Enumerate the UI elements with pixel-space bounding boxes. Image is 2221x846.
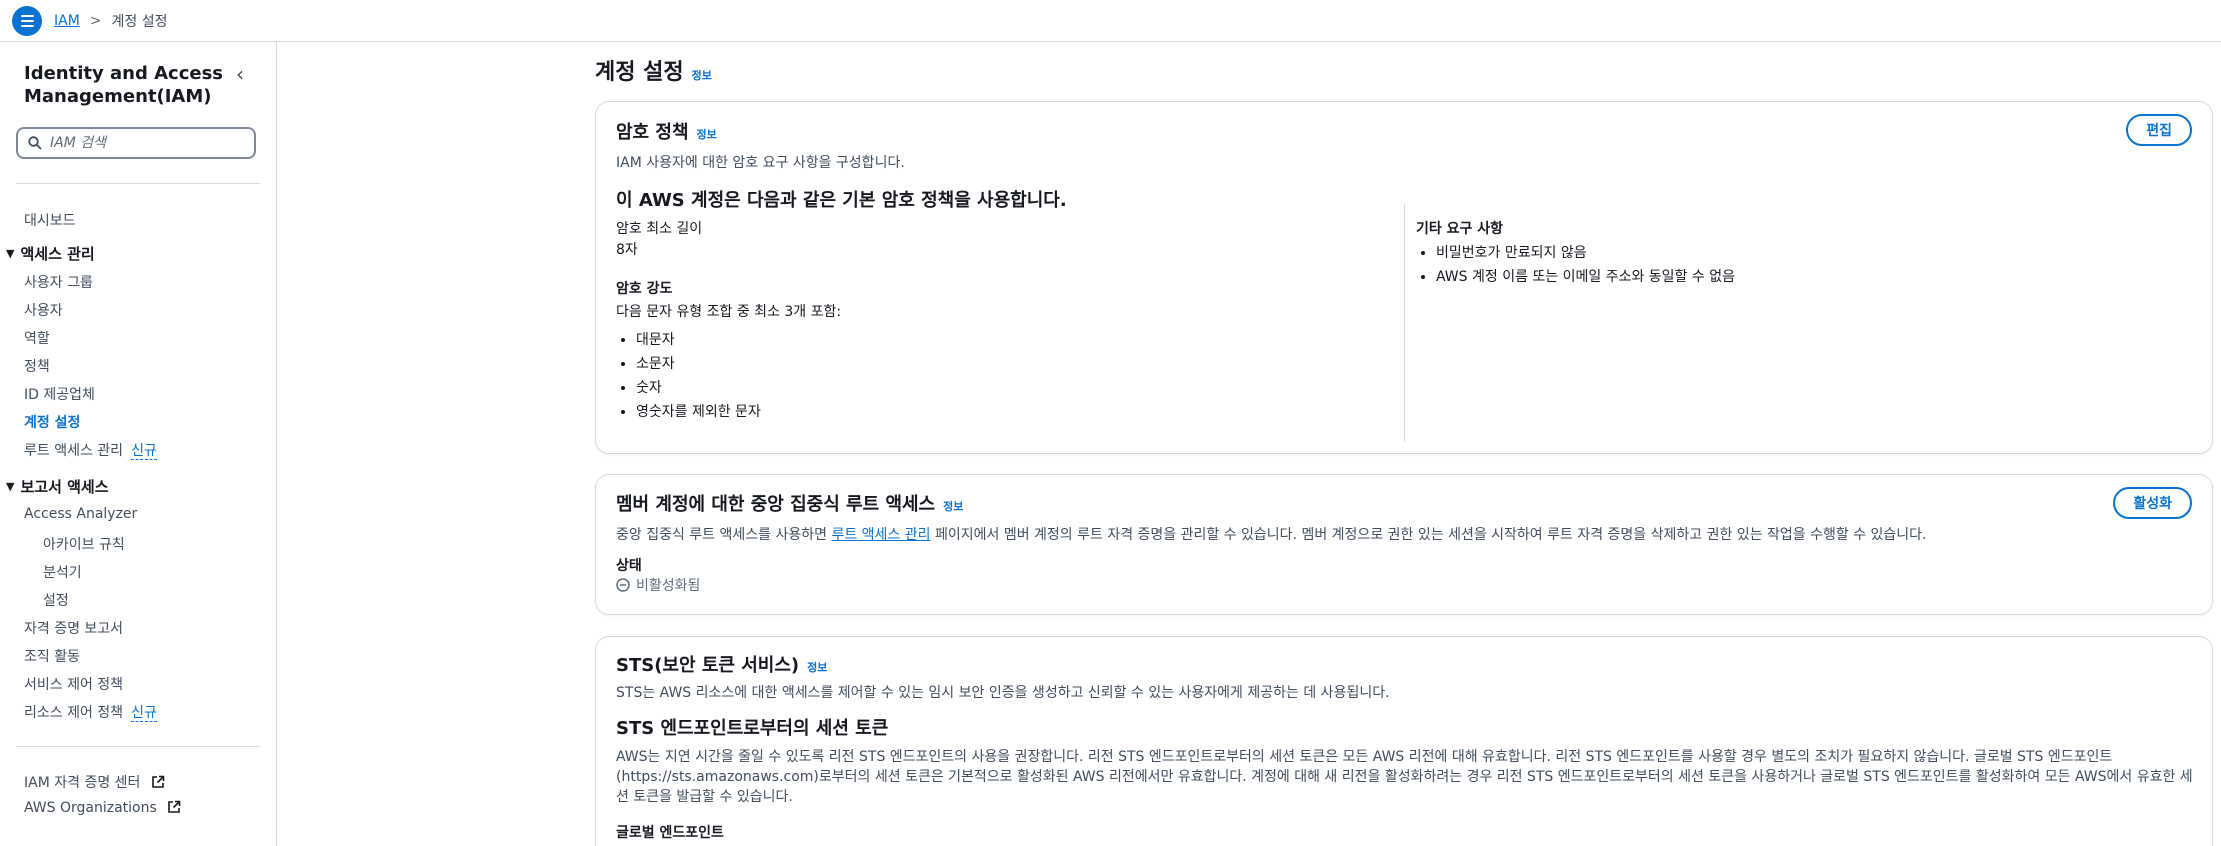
password-policy-card: 암호 정책 정보 편집 IAM 사용자에 대한 암호 요구 사항을 구성합니다. … bbox=[595, 101, 2213, 454]
sidebar-group-reports[interactable]: ▼ 보고서 액세스 bbox=[6, 476, 109, 497]
sidebar-item-policies[interactable]: 정책 bbox=[24, 356, 50, 376]
sidebar-link-identity-center[interactable]: IAM 자격 증명 센터 bbox=[24, 772, 165, 792]
breadcrumb-iam-link[interactable]: IAM bbox=[54, 13, 80, 29]
list-item: 영숫자를 제외한 문자 bbox=[636, 400, 761, 424]
other-requirements-label: 기타 요구 사항 bbox=[1416, 221, 1504, 237]
new-badge: 신규 bbox=[131, 443, 157, 460]
card-title-text: 멤버 계정에 대한 중앙 집중식 루트 액세스 bbox=[616, 494, 936, 515]
strength-label: 암호 강도 bbox=[616, 281, 673, 297]
list-item: 소문자 bbox=[636, 352, 761, 376]
sidebar-item-label: 루트 액세스 관리 bbox=[24, 443, 124, 459]
card-title-text: STS(보안 토큰 서비스) bbox=[616, 655, 800, 676]
collapse-sidebar-icon[interactable]: ‹ bbox=[236, 62, 244, 86]
list-item: AWS 계정 이름 또는 이메일 주소와 동일할 수 없음 bbox=[1436, 265, 1735, 289]
sidebar-group-access[interactable]: ▼ 액세스 관리 bbox=[6, 243, 95, 264]
description-text: 중앙 집중식 루트 액세스를 사용하면 bbox=[616, 527, 832, 543]
enable-button[interactable]: 활성화 bbox=[2113, 487, 2192, 519]
status-label: 상태 bbox=[616, 558, 642, 574]
sidebar-item-access-analyzer[interactable]: Access Analyzer bbox=[24, 506, 137, 522]
external-link-icon bbox=[152, 775, 165, 788]
sidebar-item-scp[interactable]: 서비스 제어 정책 bbox=[24, 674, 123, 694]
sidebar-item-users[interactable]: 사용자 bbox=[24, 300, 63, 320]
sidebar-item-label: IAM 자격 증명 센터 bbox=[24, 775, 141, 791]
page-title: 계정 설정 정보 bbox=[595, 54, 712, 86]
strength-description: 다음 문자 유형 조합 중 최소 3개 포함: bbox=[616, 304, 842, 320]
new-badge: 신규 bbox=[131, 705, 157, 722]
edit-button[interactable]: 편집 bbox=[2126, 114, 2192, 146]
sidebar-item-account-settings[interactable]: 계정 설정 bbox=[24, 412, 80, 432]
sidebar-item-archive-rules[interactable]: 아카이브 규칙 bbox=[43, 534, 125, 554]
top-navigation-bar: IAM > 계정 설정 bbox=[0, 0, 2221, 42]
password-policy-title: 암호 정책 정보 bbox=[616, 118, 717, 144]
info-link[interactable]: 정보 bbox=[692, 69, 712, 82]
sts-card: STS(보안 토큰 서비스) 정보 STS는 AWS 리소스에 대한 액세스를 제… bbox=[595, 636, 2213, 846]
caret-down-icon: ▼ bbox=[6, 247, 15, 260]
list-item: 숫자 bbox=[636, 376, 761, 400]
menu-icon[interactable] bbox=[12, 5, 42, 36]
info-link[interactable]: 정보 bbox=[697, 128, 717, 141]
global-endpoint-label: 글로벌 엔드포인트 bbox=[616, 825, 724, 841]
sidebar-title[interactable]: Identity and Access Management(IAM) bbox=[24, 62, 224, 108]
status-indicator: 비활성화됨 bbox=[616, 575, 700, 595]
divider bbox=[16, 183, 260, 184]
external-link-icon bbox=[168, 800, 181, 813]
other-requirements-list: 비밀번호가 만료되지 않음 AWS 계정 이름 또는 이메일 주소와 동일할 수… bbox=[1416, 241, 1735, 289]
sidebar-item-label: AWS Organizations bbox=[24, 800, 157, 816]
sidebar: Identity and Access Management(IAM) ‹ 대시… bbox=[0, 42, 277, 846]
sidebar-item-credential-report[interactable]: 자격 증명 보고서 bbox=[24, 618, 123, 638]
strength-list: 대문자 소문자 숫자 영숫자를 제외한 문자 bbox=[616, 328, 761, 424]
sidebar-item-rcp[interactable]: 리소스 제어 정책 신규 bbox=[24, 702, 157, 722]
root-access-card: 멤버 계정에 대한 중앙 집중식 루트 액세스 정보 활성화 중앙 집중식 루트 … bbox=[595, 474, 2213, 615]
list-item: 대문자 bbox=[636, 328, 761, 352]
info-link[interactable]: 정보 bbox=[807, 661, 827, 674]
search-input[interactable] bbox=[50, 135, 240, 151]
sidebar-group-label: 보고서 액세스 bbox=[20, 478, 109, 496]
min-length-value: 8자 bbox=[616, 242, 638, 258]
password-policy-subtitle: 이 AWS 계정은 다음과 같은 기본 암호 정책을 사용합니다. bbox=[616, 190, 1067, 211]
card-title-text: 암호 정책 bbox=[616, 122, 689, 143]
divider bbox=[16, 746, 260, 747]
root-access-management-link[interactable]: 루트 액세스 관리 bbox=[831, 527, 930, 543]
page-title-text: 계정 설정 bbox=[595, 60, 684, 85]
status-value: 비활성화됨 bbox=[636, 578, 701, 594]
sidebar-item-analyzer-settings[interactable]: 설정 bbox=[43, 590, 69, 610]
description-text: 페이지에서 멤버 계정의 루트 자격 증명을 관리할 수 있습니다. 멤버 계정… bbox=[930, 527, 1927, 543]
sidebar-item-identity-providers[interactable]: ID 제공업체 bbox=[24, 384, 95, 404]
sts-title: STS(보안 토큰 서비스) 정보 bbox=[616, 651, 827, 677]
column-divider bbox=[1404, 204, 1405, 442]
info-link[interactable]: 정보 bbox=[943, 500, 963, 513]
min-length-label: 암호 최소 길이 bbox=[616, 221, 703, 237]
sidebar-item-label: 리소스 제어 정책 bbox=[24, 705, 124, 721]
list-item: 비밀번호가 만료되지 않음 bbox=[1436, 241, 1735, 265]
sts-paragraph: AWS는 지연 시간을 줄일 수 있도록 리전 STS 엔드포인트의 사용을 권… bbox=[616, 749, 2193, 805]
sidebar-item-analyzers[interactable]: 분석기 bbox=[43, 562, 82, 582]
search-icon bbox=[28, 136, 42, 150]
sidebar-item-roles[interactable]: 역할 bbox=[24, 328, 50, 348]
sidebar-item-dashboard[interactable]: 대시보드 bbox=[24, 210, 76, 230]
sidebar-search[interactable] bbox=[16, 127, 256, 159]
sts-subtitle: STS 엔드포인트로부터의 세션 토큰 bbox=[616, 718, 889, 739]
sidebar-link-organizations[interactable]: AWS Organizations bbox=[24, 800, 181, 816]
sidebar-item-org-activity[interactable]: 조직 활동 bbox=[24, 646, 80, 666]
root-access-title: 멤버 계정에 대한 중앙 집중식 루트 액세스 정보 bbox=[616, 490, 963, 516]
root-access-description: 중앙 집중식 루트 액세스를 사용하면 루트 액세스 관리 페이지에서 멤버 계… bbox=[616, 524, 1927, 544]
sidebar-item-user-groups[interactable]: 사용자 그룹 bbox=[24, 272, 93, 292]
sidebar-item-root-access[interactable]: 루트 액세스 관리 신규 bbox=[24, 440, 157, 460]
disabled-status-icon bbox=[616, 578, 630, 592]
chevron-right-icon: > bbox=[89, 12, 102, 29]
caret-down-icon: ▼ bbox=[6, 480, 15, 493]
breadcrumb-current: 계정 설정 bbox=[111, 13, 168, 30]
sidebar-group-label: 액세스 관리 bbox=[20, 245, 95, 263]
sts-description: STS는 AWS 리소스에 대한 액세스를 제어할 수 있는 임시 보안 인증을… bbox=[616, 685, 1390, 701]
password-policy-description: IAM 사용자에 대한 암호 요구 사항을 구성합니다. bbox=[616, 155, 905, 171]
